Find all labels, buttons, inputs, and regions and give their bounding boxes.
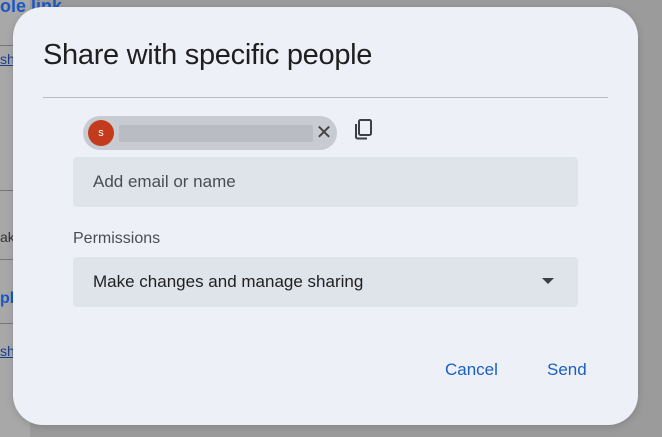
permissions-select[interactable]: Make changes and manage sharing (73, 257, 578, 307)
background-divider (0, 190, 14, 191)
permissions-selected-value: Make changes and manage sharing (93, 272, 364, 291)
dialog-title: Share with specific people (43, 39, 373, 71)
email-input[interactable] (93, 157, 563, 207)
redacted-email (119, 125, 313, 142)
title-divider (43, 97, 608, 98)
avatar: s (88, 120, 114, 146)
background-divider (0, 45, 14, 46)
background-divider (0, 323, 14, 324)
recipient-chip[interactable]: s ✕ (83, 116, 337, 150)
dropdown-arrow-icon[interactable] (542, 278, 554, 284)
background-divider (0, 259, 14, 260)
email-field[interactable] (73, 157, 578, 207)
close-icon[interactable]: ✕ (313, 121, 335, 145)
permissions-label: Permissions (73, 230, 161, 247)
send-button[interactable]: Send (539, 356, 595, 384)
copy-icon[interactable] (351, 117, 375, 141)
cancel-button[interactable]: Cancel (437, 356, 506, 384)
share-dialog: Share with specific people s ✕ Permissio… (13, 7, 638, 425)
